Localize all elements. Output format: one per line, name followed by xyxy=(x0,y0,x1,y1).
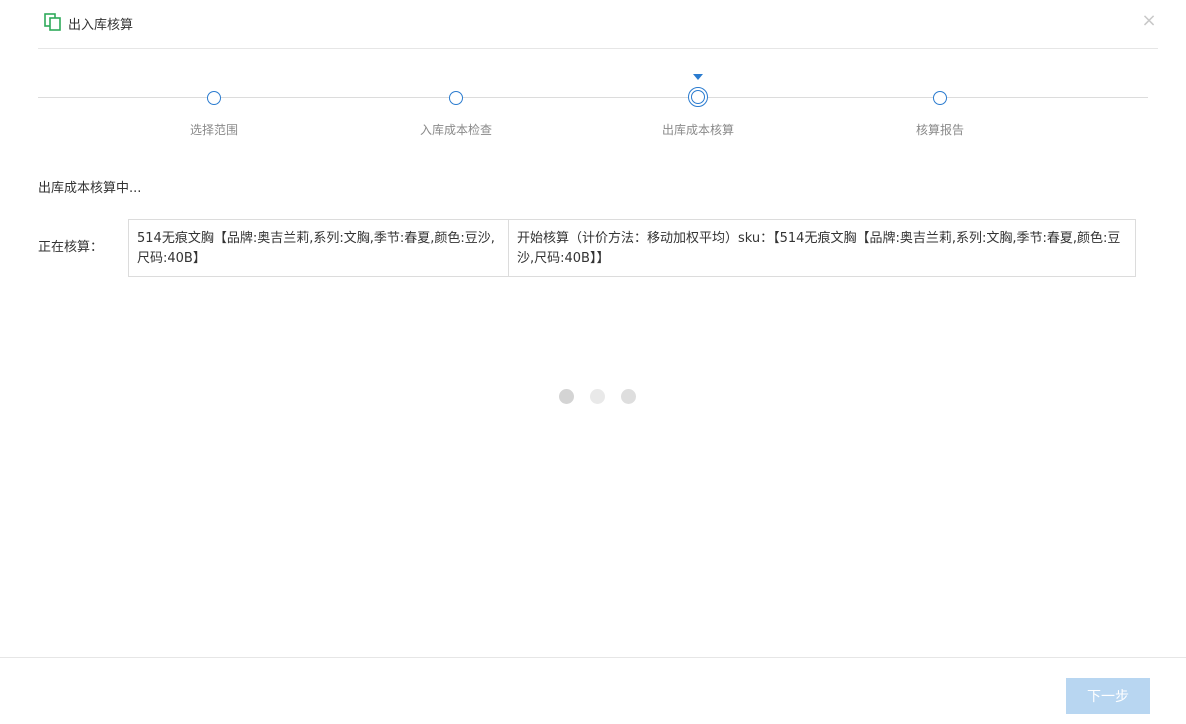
calculating-table: 514无痕文胸【品牌:奥吉兰莉,系列:文胸,季节:春夏,颜色:豆沙,尺码:40B… xyxy=(128,219,1136,277)
dialog-header: 出入库核算 × xyxy=(38,0,1158,49)
calculating-label: 正在核算： xyxy=(38,240,104,255)
current-step-marker-icon xyxy=(693,74,703,80)
step-label: 核算报告 xyxy=(915,123,964,137)
step-circle xyxy=(933,91,947,105)
step-label: 入库成本检查 xyxy=(419,123,492,137)
calculating-item-cell: 514无痕文胸【品牌:奥吉兰莉,系列:文胸,季节:春夏,颜色:豆沙,尺码:40B… xyxy=(129,220,509,276)
step-circle-active xyxy=(688,87,708,107)
loading-dot xyxy=(590,389,605,404)
step-circle xyxy=(449,91,463,105)
calculating-detail-cell: 开始核算（计价方法：移动加权平均）sku：【514无痕文胸【品牌:奥吉兰莉,系列… xyxy=(517,231,1121,266)
steps-track xyxy=(38,97,1148,98)
step-label: 出库成本核算 xyxy=(661,123,734,137)
loading-dot xyxy=(559,389,574,404)
step-label: 选择范围 xyxy=(189,123,238,137)
status-text: 出库成本核算中... xyxy=(38,181,142,196)
step-circle xyxy=(207,91,221,105)
wizard-steps: 选择范围 入库成本检查 出库成本核算 核算报告 xyxy=(38,70,1148,150)
copy-window-icon xyxy=(44,13,62,31)
dialog-footer: 下一步 xyxy=(0,657,1186,724)
dialog-title: 出入库核算 xyxy=(68,18,134,33)
next-step-button[interactable]: 下一步 xyxy=(1066,678,1150,714)
close-icon[interactable]: × xyxy=(1140,12,1158,30)
loading-dot xyxy=(621,389,636,404)
